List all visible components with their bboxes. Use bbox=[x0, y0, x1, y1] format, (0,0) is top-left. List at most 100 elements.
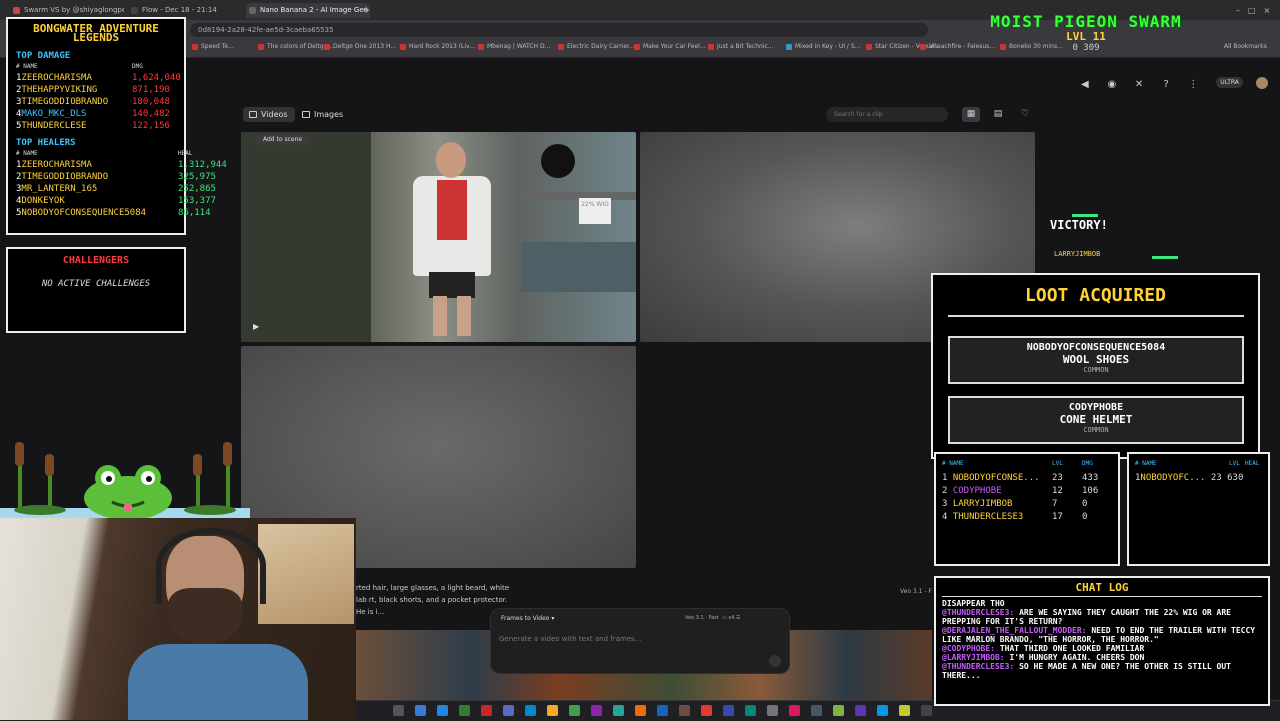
bookmark-item[interactable]: Electric Dairy Carrier... bbox=[558, 43, 635, 50]
grid-large-view-icon[interactable]: ▦ bbox=[962, 107, 980, 122]
player-name: MAKO_MKC_DLS bbox=[21, 109, 87, 119]
folder-icon[interactable] bbox=[393, 705, 404, 716]
bookmark-item[interactable]: The colors of Deltgo... bbox=[258, 43, 333, 50]
app-icon[interactable] bbox=[789, 705, 800, 716]
bookmark-item[interactable]: Mbenag | WATCH D... bbox=[478, 43, 550, 50]
model-selector[interactable]: Veo 3.1 - Fast ▭ x4 ☰ bbox=[685, 615, 740, 621]
bookmark-label: Make Your Car Feel... bbox=[643, 43, 706, 50]
url-field[interactable]: 0d8194-2a28-42fe-ae5d-3caeba65535 bbox=[190, 23, 928, 37]
player-name: LARRYJIMBOB bbox=[952, 499, 1013, 509]
app-icon[interactable] bbox=[921, 705, 932, 716]
app-icon[interactable] bbox=[679, 705, 690, 716]
browser-tab[interactable]: Swarm VS by @shiyaglongper bbox=[10, 3, 124, 18]
damage-row: 2THEHAPPYVIKING 871,190 bbox=[16, 85, 246, 96]
app-icon[interactable] bbox=[613, 705, 624, 716]
tab-label: Swarm VS by @shiyaglongper bbox=[24, 6, 124, 14]
level: 12 bbox=[1052, 486, 1063, 496]
model-label: Veo 3.1 - F bbox=[900, 588, 932, 595]
app-icon[interactable] bbox=[591, 705, 602, 716]
chat-line: @THUNDERCLESE3: SO HE MADE A NEW ONE? TH… bbox=[942, 662, 1266, 680]
app-icon[interactable] bbox=[437, 705, 448, 716]
tab-images[interactable]: Images bbox=[296, 107, 350, 122]
chrome-icon[interactable] bbox=[701, 705, 712, 716]
send-icon[interactable] bbox=[769, 655, 781, 667]
app-icon[interactable] bbox=[657, 705, 668, 716]
grid-small-view-icon[interactable]: ▤ bbox=[989, 107, 1007, 122]
video-tile[interactable]: 22% WIG Add to scene ▶ bbox=[241, 132, 636, 342]
app-icon[interactable] bbox=[811, 705, 822, 716]
app-icon[interactable] bbox=[503, 705, 514, 716]
app-icon[interactable] bbox=[547, 705, 558, 716]
col-heal: HEAL bbox=[1245, 460, 1260, 467]
app-icon[interactable] bbox=[525, 705, 536, 716]
chat-line: @THUNDERCLESE3: ARE WE SAYING THEY CAUGH… bbox=[942, 608, 1266, 626]
bookmark-icon bbox=[708, 43, 714, 50]
player-name: NOBODYOFC... bbox=[1140, 473, 1206, 483]
tab-label: Videos bbox=[261, 110, 288, 119]
app-icon[interactable] bbox=[899, 705, 910, 716]
damage-value: 871,190 bbox=[132, 85, 170, 95]
person-head bbox=[436, 142, 466, 178]
volume-icon[interactable]: ◀ bbox=[1079, 79, 1091, 91]
level: 7 bbox=[1052, 499, 1058, 509]
add-to-scene-button[interactable]: Add to scene bbox=[255, 134, 311, 145]
discord-icon[interactable]: ◉ bbox=[1106, 79, 1118, 91]
bookmark-label: Just a Bit Technic... bbox=[717, 43, 774, 50]
app-icon[interactable] bbox=[635, 705, 646, 716]
browser-tab-active[interactable]: Nano Banana 2 - AI Image Gen bbox=[246, 3, 370, 18]
flow-top-icons: ◀ ◉ ✕ ? ⋮ ULTRA bbox=[1069, 72, 1268, 91]
cattail-head bbox=[223, 442, 232, 466]
healer-row: 5NOBODYOFCONSEQUENCE5084 86,114 bbox=[16, 208, 246, 219]
help-icon[interactable]: ? bbox=[1160, 79, 1172, 91]
damage-row: 3TIMEGODDIOBRANDO 180,048 bbox=[16, 97, 246, 108]
player-name: CODYPHOBE bbox=[952, 486, 1002, 496]
app-icon[interactable] bbox=[767, 705, 778, 716]
model-selector-label: Veo 3.1 - Fast bbox=[685, 615, 719, 621]
app-icon[interactable] bbox=[459, 705, 470, 716]
app-icon[interactable] bbox=[745, 705, 756, 716]
window-controls[interactable]: –□× bbox=[1236, 3, 1276, 18]
lily-pad bbox=[14, 505, 66, 515]
bookmark-icon bbox=[324, 43, 330, 50]
prompt-input[interactable]: Generate a video with text and frames... bbox=[499, 635, 641, 643]
app-icon[interactable] bbox=[415, 705, 426, 716]
favorites-heart-icon[interactable]: ♡ bbox=[1016, 107, 1034, 122]
loot-card: CODYPHOBE CONE HELMET COMMON bbox=[948, 396, 1244, 444]
search-input[interactable]: Search for a clip bbox=[826, 107, 948, 122]
player-name: TIMEGODDIOBRANDO bbox=[21, 97, 109, 107]
app-icon[interactable] bbox=[855, 705, 866, 716]
bookmark-label: Hard Rock 2013 (Liv... bbox=[409, 43, 475, 50]
challengers-title: CHALLENGERS bbox=[62, 255, 130, 266]
avatar[interactable] bbox=[1256, 76, 1268, 89]
app-icon[interactable] bbox=[569, 705, 580, 716]
new-tab-button[interactable]: + bbox=[362, 3, 372, 18]
damage-value: 1,624,040 bbox=[132, 73, 181, 83]
loot-rarity: COMMON bbox=[1083, 426, 1109, 434]
app-icon[interactable] bbox=[877, 705, 888, 716]
bookmark-item[interactable]: Just a Bit Technic... bbox=[708, 43, 774, 50]
more-icon[interactable]: ⋮ bbox=[1187, 79, 1199, 91]
prompt-composer: Frames to Video ▾ Veo 3.1 - Fast ▭ x4 ☰ … bbox=[490, 608, 790, 674]
player-name: THUNDERCLESE bbox=[21, 121, 87, 131]
bookmark-item[interactable]: Hard Rock 2013 (Liv... bbox=[400, 43, 475, 50]
player-name: THUNDERCLESE3 bbox=[952, 512, 1024, 522]
heal-value: 1,312,944 bbox=[178, 160, 227, 170]
bookmark-icon bbox=[192, 43, 198, 50]
bookmark-item[interactable]: Speed Te... bbox=[192, 43, 234, 50]
tab-videos[interactable]: Videos bbox=[243, 107, 295, 122]
play-icon[interactable]: ▶ bbox=[253, 322, 259, 331]
tab-favicon-icon bbox=[131, 7, 138, 14]
bookmark-item[interactable]: Deltgo One 2013 H... bbox=[324, 43, 396, 50]
streamer-shirt bbox=[128, 644, 308, 720]
mode-dropdown[interactable]: Frames to Video ▾ bbox=[501, 615, 554, 622]
all-bookmarks[interactable]: All Bookmarks bbox=[1224, 43, 1267, 50]
app-icon[interactable] bbox=[833, 705, 844, 716]
app-icon[interactable] bbox=[723, 705, 734, 716]
tab-label: Images bbox=[314, 110, 344, 119]
bookmark-item[interactable]: Make Your Car Feel... bbox=[634, 43, 706, 50]
x-social-icon[interactable]: ✕ bbox=[1133, 79, 1145, 91]
browser-tab[interactable]: Flow - Dec 18 - 21:14 bbox=[128, 3, 242, 18]
app-icon[interactable] bbox=[481, 705, 492, 716]
col-lvl: LVL bbox=[1052, 460, 1063, 467]
bookmark-item[interactable]: Mixed in Key - UI / S... bbox=[786, 43, 860, 50]
